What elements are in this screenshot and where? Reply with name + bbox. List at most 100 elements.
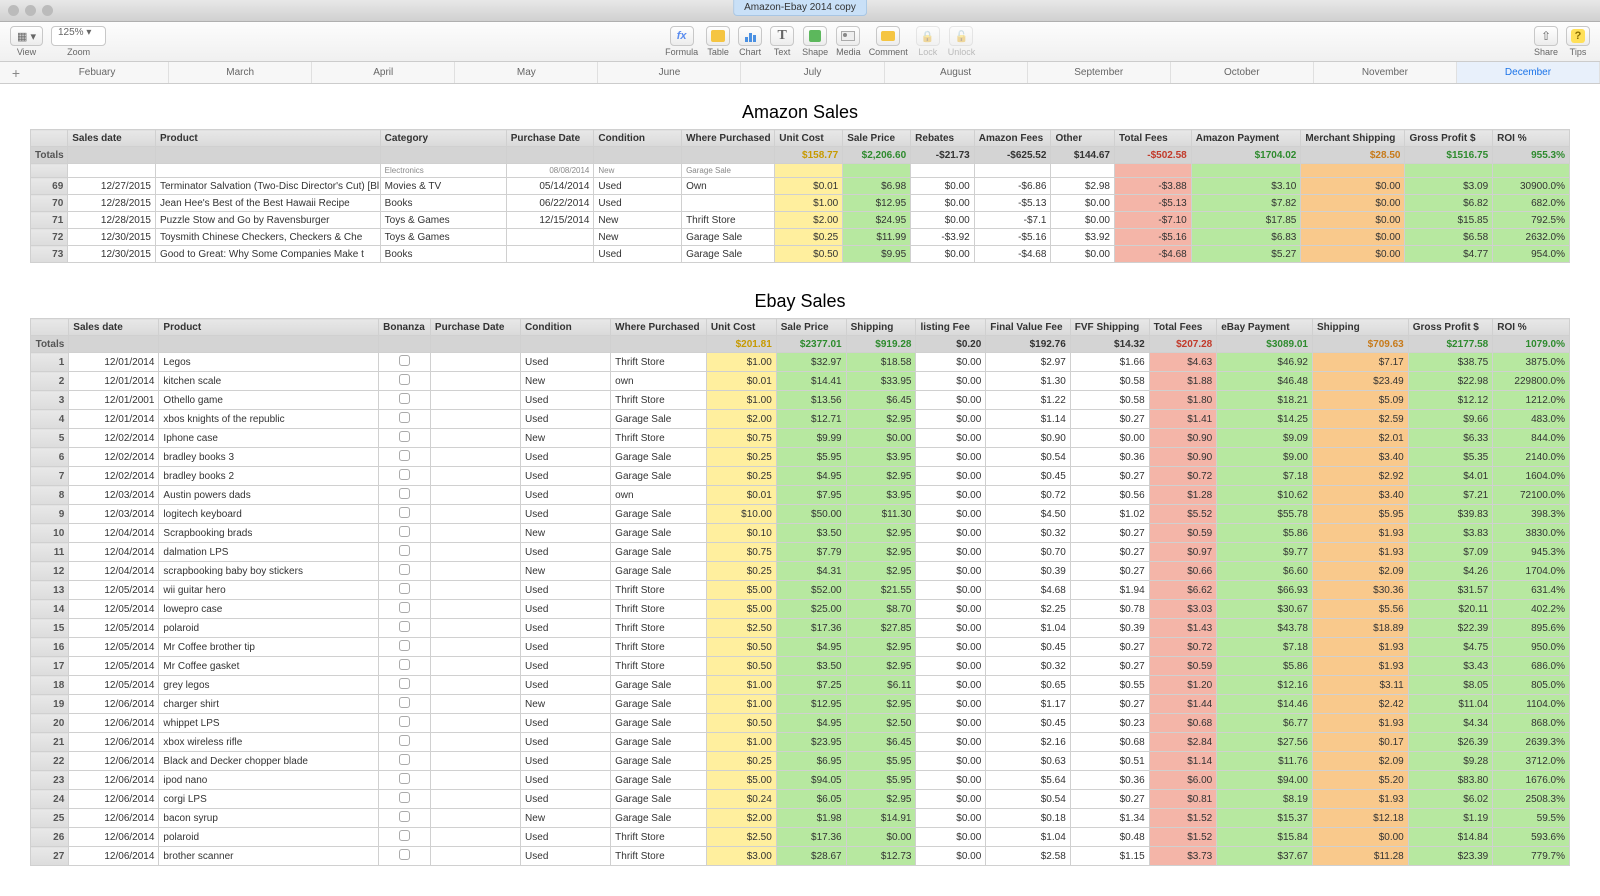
col-header[interactable]: Condition bbox=[521, 319, 611, 336]
view-button[interactable]: ▦ ▾ bbox=[10, 26, 43, 46]
bonanza-checkbox[interactable] bbox=[399, 678, 410, 689]
table-row[interactable]: 512/02/2014Iphone caseNewThrift Store $0… bbox=[31, 429, 1570, 448]
bonanza-checkbox[interactable] bbox=[399, 488, 410, 499]
sheet-tab-august[interactable]: August bbox=[885, 62, 1028, 83]
col-header[interactable]: Where Purchased bbox=[682, 130, 775, 147]
shape-button[interactable] bbox=[803, 26, 827, 46]
table-row[interactable]: 1212/04/2014scrapbooking baby boy sticke… bbox=[31, 562, 1570, 581]
table-row[interactable]: 2512/06/2014bacon syrupNewGarage Sale $2… bbox=[31, 809, 1570, 828]
sheet-tab-november[interactable]: November bbox=[1314, 62, 1457, 83]
col-header[interactable]: Rebates bbox=[911, 130, 975, 147]
col-header[interactable]: Purchase Date bbox=[506, 130, 594, 147]
bonanza-checkbox[interactable] bbox=[399, 640, 410, 651]
bonanza-checkbox[interactable] bbox=[399, 393, 410, 404]
window-controls[interactable] bbox=[8, 5, 53, 16]
bonanza-checkbox[interactable] bbox=[399, 735, 410, 746]
table-row[interactable]: 2312/06/2014ipod nanoUsedGarage Sale $5.… bbox=[31, 771, 1570, 790]
sheet-tab-may[interactable]: May bbox=[455, 62, 598, 83]
col-header[interactable] bbox=[31, 130, 68, 147]
sheet-tab-september[interactable]: September bbox=[1028, 62, 1171, 83]
col-header[interactable]: Sales date bbox=[69, 319, 159, 336]
col-header[interactable]: FVF Shipping bbox=[1070, 319, 1149, 336]
bonanza-checkbox[interactable] bbox=[399, 545, 410, 556]
table-button[interactable] bbox=[706, 26, 730, 46]
share-button[interactable]: ⇧ bbox=[1534, 26, 1558, 46]
bonanza-checkbox[interactable] bbox=[399, 355, 410, 366]
media-button[interactable] bbox=[836, 26, 860, 46]
bonanza-checkbox[interactable] bbox=[399, 849, 410, 860]
bonanza-checkbox[interactable] bbox=[399, 583, 410, 594]
col-header[interactable]: Sale Price bbox=[843, 130, 911, 147]
max-dot[interactable] bbox=[42, 5, 53, 16]
lock-button[interactable]: 🔒 bbox=[916, 26, 940, 46]
table-row[interactable]: 212/01/2014kitchen scaleNewown $0.01$14.… bbox=[31, 372, 1570, 391]
table-row[interactable]: 1612/05/2014Mr Coffee brother tipUsedThr… bbox=[31, 638, 1570, 657]
bonanza-checkbox[interactable] bbox=[399, 830, 410, 841]
table-row[interactable]: 7212/30/2015Toysmith Chinese Checkers, C… bbox=[31, 229, 1570, 246]
sheet-tab-april[interactable]: April bbox=[312, 62, 455, 83]
bonanza-checkbox[interactable] bbox=[399, 431, 410, 442]
col-header[interactable]: Total Fees bbox=[1149, 319, 1217, 336]
table-row[interactable]: 7012/28/2015Jean Hee's Best of the Best … bbox=[31, 195, 1570, 212]
col-header[interactable]: Gross Profit $ bbox=[1405, 130, 1493, 147]
col-header[interactable]: Amazon Payment bbox=[1191, 130, 1301, 147]
col-header[interactable]: Product bbox=[159, 319, 379, 336]
bonanza-checkbox[interactable] bbox=[399, 412, 410, 423]
totals-row[interactable]: Totals $158.77$2,206.60-$21.73-$625.52$1… bbox=[31, 147, 1570, 164]
col-header[interactable]: Category bbox=[380, 130, 506, 147]
col-header[interactable]: Other bbox=[1051, 130, 1115, 147]
table-row[interactable]: 7112/28/2015Puzzle Stow and Go by Ravens… bbox=[31, 212, 1570, 229]
col-header[interactable]: Amazon Fees bbox=[974, 130, 1051, 147]
table-row[interactable]: 912/03/2014logitech keyboardUsedGarage S… bbox=[31, 505, 1570, 524]
table-row[interactable]: 7312/30/2015Good to Great: Why Some Comp… bbox=[31, 246, 1570, 263]
table-row[interactable]: 112/01/2014LegosUsedThrift Store $1.00$3… bbox=[31, 353, 1570, 372]
bonanza-checkbox[interactable] bbox=[399, 526, 410, 537]
col-header[interactable]: Total Fees bbox=[1115, 130, 1192, 147]
table-row[interactable]: 812/03/2014Austin powers dadsUsedown $0.… bbox=[31, 486, 1570, 505]
bonanza-checkbox[interactable] bbox=[399, 754, 410, 765]
unlock-button[interactable]: 🔓 bbox=[949, 26, 973, 46]
totals-row[interactable]: Totals $201.81$2377.01$919.28$0.20$192.7… bbox=[31, 336, 1570, 353]
col-header[interactable]: Sale Price bbox=[776, 319, 846, 336]
table-row[interactable]: 1512/05/2014polaroidUsedThrift Store $2.… bbox=[31, 619, 1570, 638]
table-row[interactable]: 1312/05/2014wii guitar heroUsedThrift St… bbox=[31, 581, 1570, 600]
tips-button[interactable]: ? bbox=[1566, 26, 1590, 46]
table-row[interactable]: 712/02/2014bradley books 2UsedGarage Sal… bbox=[31, 467, 1570, 486]
ebay-table[interactable]: Sales dateProductBonanzaPurchase DateCon… bbox=[30, 318, 1570, 866]
sheet-tab-july[interactable]: July bbox=[741, 62, 884, 83]
col-header[interactable]: Shipping bbox=[846, 319, 916, 336]
table-row[interactable]: 1812/05/2014grey legosUsedGarage Sale $1… bbox=[31, 676, 1570, 695]
bonanza-checkbox[interactable] bbox=[399, 773, 410, 784]
bonanza-checkbox[interactable] bbox=[399, 792, 410, 803]
table-row[interactable]: 1112/04/2014dalmation LPSUsedGarage Sale… bbox=[31, 543, 1570, 562]
bonanza-checkbox[interactable] bbox=[399, 716, 410, 727]
table-row[interactable]: 6912/27/2015Terminator Salvation (Two-Di… bbox=[31, 178, 1570, 195]
text-button[interactable]: T bbox=[770, 26, 794, 46]
bonanza-checkbox[interactable] bbox=[399, 621, 410, 632]
col-header[interactable]: Shipping bbox=[1312, 319, 1408, 336]
col-header[interactable]: Purchase Date bbox=[430, 319, 520, 336]
table-row[interactable]: 312/01/2001Othello gameUsedThrift Store … bbox=[31, 391, 1570, 410]
document-title[interactable]: Amazon-Ebay 2014 copy bbox=[733, 0, 867, 16]
close-dot[interactable] bbox=[8, 5, 19, 16]
col-header[interactable]: Unit Cost bbox=[706, 319, 776, 336]
col-header[interactable]: Final Value Fee bbox=[986, 319, 1070, 336]
add-sheet-button[interactable]: + bbox=[6, 62, 26, 83]
col-header[interactable]: Unit Cost bbox=[775, 130, 843, 147]
col-header[interactable]: Where Purchased bbox=[611, 319, 707, 336]
col-header[interactable]: Gross Profit $ bbox=[1408, 319, 1492, 336]
formula-button[interactable]: fx bbox=[670, 26, 694, 46]
col-header[interactable] bbox=[31, 319, 69, 336]
table-row[interactable]: 2412/06/2014corgi LPSUsedGarage Sale $0.… bbox=[31, 790, 1570, 809]
table-row[interactable]: 2212/06/2014Black and Decker chopper bla… bbox=[31, 752, 1570, 771]
table-row[interactable]: 1012/04/2014Scrapbooking bradsNewGarage … bbox=[31, 524, 1570, 543]
zoom-select[interactable]: 125% ▾ bbox=[51, 26, 106, 46]
bonanza-checkbox[interactable] bbox=[399, 602, 410, 613]
sheet-tab-febuary[interactable]: Febuary bbox=[26, 62, 169, 83]
bonanza-checkbox[interactable] bbox=[399, 507, 410, 518]
col-header[interactable]: Product bbox=[155, 130, 380, 147]
table-row[interactable]: 1412/05/2014lowepro caseUsedThrift Store… bbox=[31, 600, 1570, 619]
table-row[interactable]: 1712/05/2014Mr Coffee gasketUsedThrift S… bbox=[31, 657, 1570, 676]
table-row[interactable]: 2612/06/2014polaroidUsedThrift Store $2.… bbox=[31, 828, 1570, 847]
bonanza-checkbox[interactable] bbox=[399, 564, 410, 575]
